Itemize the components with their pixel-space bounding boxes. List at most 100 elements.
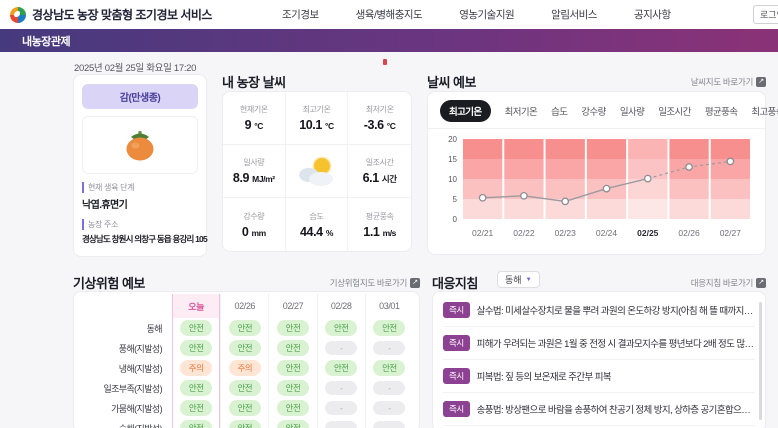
forecast-tabs: 최고기온최저기온습도강수량일사량일조시간평균풍속최고풍속 xyxy=(428,92,765,129)
svg-text:15: 15 xyxy=(448,155,457,164)
risk-cell: 안전 xyxy=(172,318,220,338)
svg-text:02/25: 02/25 xyxy=(637,228,659,238)
risk-status-badge: 안전 xyxy=(229,400,261,416)
svg-text:02/22: 02/22 xyxy=(513,228,535,238)
risk-map-link[interactable]: 기상위험지도 바로가기 ↗ xyxy=(0,277,420,289)
risk-status-badge: 안전 xyxy=(229,420,261,428)
guideline-tag-badge: 즉시 xyxy=(443,335,470,351)
guideline-text: 송풍법: 방상팬으로 바람을 송풍하여 찬공기 정체 방지, 상하층 공기혼합으… xyxy=(477,402,755,416)
weather-map-link[interactable]: 날씨지도 바로가기 ↗ xyxy=(0,76,766,88)
risk-cell: 안전 xyxy=(220,318,268,338)
risk-status-badge: 안전 xyxy=(229,380,261,396)
risk-status-badge: 안전 xyxy=(180,320,212,336)
scrollbar-thumb[interactable] xyxy=(759,302,762,420)
weather-value: 0 mm xyxy=(242,225,266,239)
risk-row-label: 풍해(지발성) xyxy=(119,342,162,355)
forecast-tab-6[interactable]: 평균풍속 xyxy=(705,104,738,118)
weather-label: 현재기온 xyxy=(240,104,268,115)
growth-stage-label: 현재 생육 단계 xyxy=(82,182,198,193)
risk-cell: 안전 xyxy=(268,398,316,418)
svg-text:5: 5 xyxy=(453,195,458,204)
weather-label: 일조시간 xyxy=(366,157,394,168)
external-link-icon: ↗ xyxy=(756,77,766,87)
nav-item-3[interactable]: 알림서비스 xyxy=(551,7,597,22)
nav-item-2[interactable]: 영농기술지원 xyxy=(459,7,514,22)
risk-cell: - xyxy=(317,378,365,398)
weather-label: 최고기온 xyxy=(303,104,331,115)
svg-text:0: 0 xyxy=(453,215,458,224)
risk-status-badge: 주의 xyxy=(229,360,261,376)
nav-item-1[interactable]: 생육/병해충지도 xyxy=(356,7,423,22)
farm-address-value: 경상남도 창원시 의창구 동읍 용강리 105 xyxy=(82,233,198,245)
weather-grid: 현재기온9 °C최고기온10.1 °C최저기온-3.6 °C일사량8.9 MJ/… xyxy=(223,92,411,251)
login-button[interactable]: 로그인 xyxy=(753,5,778,24)
weather-value: 10.1 °C xyxy=(299,118,334,132)
risk-status-badge: 안전 xyxy=(373,360,405,376)
guideline-item-0[interactable]: 즉시 살수법: 미세살수장치로 물을 뿌려 과원의 온도하강 방지(아침 해 뜰 … xyxy=(443,294,755,327)
weather-label: 평균풍속 xyxy=(366,211,394,222)
nav-item-4[interactable]: 공지사항 xyxy=(634,7,671,22)
risk-header-col-0: 오늘 xyxy=(172,294,220,318)
weather-cell-평균풍속: 평균풍속1.1 m/s xyxy=(348,198,411,251)
forecast-tab-3[interactable]: 강수량 xyxy=(581,104,605,118)
forecast-tab-4[interactable]: 일사량 xyxy=(620,104,644,118)
forecast-tab-5[interactable]: 일조시간 xyxy=(658,104,691,118)
farm-weather-card: 현재기온9 °C최고기온10.1 °C최저기온-3.6 °C일사량8.9 MJ/… xyxy=(222,91,412,252)
risk-status-badge: 안전 xyxy=(229,340,261,356)
risk-status-badge: 안전 xyxy=(180,380,212,396)
risk-row-2: 냉해(지발성)주의주의안전안전안전 xyxy=(80,358,413,378)
top-header: 경상남도 농장 맞춤형 조기경보 서비스 조기경보 생육/병해충지도 영농기술지원 알… xyxy=(0,0,778,29)
risk-row-5: 습해(지발성)안전안전안전-- xyxy=(80,418,413,428)
risk-cell: 안전 xyxy=(268,338,316,358)
svg-text:02/24: 02/24 xyxy=(596,228,618,238)
guidelines-link[interactable]: 대응지침 바로가기 ↗ xyxy=(446,277,766,289)
risk-table: 오늘02/2602/2702/2803/01동해안전안전안전안전안전풍해(지발성… xyxy=(80,294,413,428)
guideline-item-1[interactable]: 즉시피해가 우려되는 과원은 1월 중 전정 시 결과모지수를 평년보다 2배 … xyxy=(443,327,755,360)
weather-value: -3.6 °C xyxy=(364,118,396,132)
risk-status-badge: 안전 xyxy=(180,340,212,356)
weather-cell-현재기온: 현재기온 9 °C xyxy=(223,92,286,145)
svg-text:02/26: 02/26 xyxy=(678,228,700,238)
guideline-list: 즉시 살수법: 미세살수장치로 물을 뿌려 과원의 온도하강 방지(아침 해 뜰 … xyxy=(443,294,755,428)
guideline-tag-badge: 즉시 xyxy=(443,368,470,384)
weather-value: 8.9 MJ/m² xyxy=(233,171,275,185)
brand[interactable]: 경상남도 농장 맞춤형 조기경보 서비스 xyxy=(10,0,212,29)
risk-cell: 안전 xyxy=(220,418,268,428)
forecast-tab-0[interactable]: 최고기온 xyxy=(440,100,491,122)
risk-cell: 안전 xyxy=(317,358,365,378)
risk-row-label: 습해(지발성) xyxy=(119,422,162,428)
risk-row-label: 가뭄해(지발성) xyxy=(111,402,162,415)
weather-cell-최저기온: 최저기온-3.6 °C xyxy=(348,92,411,145)
weather-cell-습도: 습도44.4 % xyxy=(286,198,349,251)
subnav-title: 내농장관제 xyxy=(22,33,70,49)
weather-value: 9 °C xyxy=(245,118,263,132)
forecast-tab-7[interactable]: 최고풍속 xyxy=(751,104,778,118)
svg-text:02/27: 02/27 xyxy=(720,228,742,238)
risk-header-col-1: 02/26 xyxy=(220,294,268,318)
nav-item-0[interactable]: 조기경보 xyxy=(282,7,319,22)
guidelines-link-label: 대응지침 바로가기 xyxy=(691,277,753,289)
risk-cell: 안전 xyxy=(317,318,365,338)
forecast-tab-1[interactable]: 최저기온 xyxy=(505,104,538,118)
risk-status-badge: - xyxy=(325,341,357,355)
risk-status-badge: - xyxy=(325,381,357,395)
risk-cell: - xyxy=(317,418,365,428)
guideline-item-2[interactable]: 즉시피복법: 짚 등의 보온재로 주간부 피복 xyxy=(443,360,755,393)
guideline-item-3[interactable]: 즉시송풍법: 방상팬으로 바람을 송풍하여 찬공기 정체 방지, 상하층 공기혼… xyxy=(443,393,755,426)
risk-header-col-3: 02/28 xyxy=(317,294,365,318)
forecast-line-chart: 2015105002/2102/2202/2302/2402/2502/2602… xyxy=(436,133,757,249)
risk-map-link-label: 기상위험지도 바로가기 xyxy=(330,277,407,289)
risk-cell: 안전 xyxy=(172,398,220,418)
risk-cell: 안전 xyxy=(220,398,268,418)
forecast-tab-2[interactable]: 습도 xyxy=(551,104,567,118)
risk-cell: 안전 xyxy=(268,378,316,398)
guideline-text: 살수법: 미세살수장치로 물을 뿌려 과원의 온도하강 방지(아침 해 뜰 때까… xyxy=(477,303,755,317)
weather-cell-일조시간: 일조시간6.1 시간 xyxy=(348,145,411,198)
brand-title: 경상남도 농장 맞춤형 조기경보 서비스 xyxy=(32,6,212,23)
risk-row-1: 풍해(지발성)안전안전안전-- xyxy=(80,338,413,358)
risk-cell: 주의 xyxy=(172,358,220,378)
risk-cell: 안전 xyxy=(172,338,220,358)
weather-value: 44.4 % xyxy=(300,225,333,239)
guideline-tag-badge: 즉시 xyxy=(443,302,470,318)
risk-cell: 안전 xyxy=(365,318,413,338)
